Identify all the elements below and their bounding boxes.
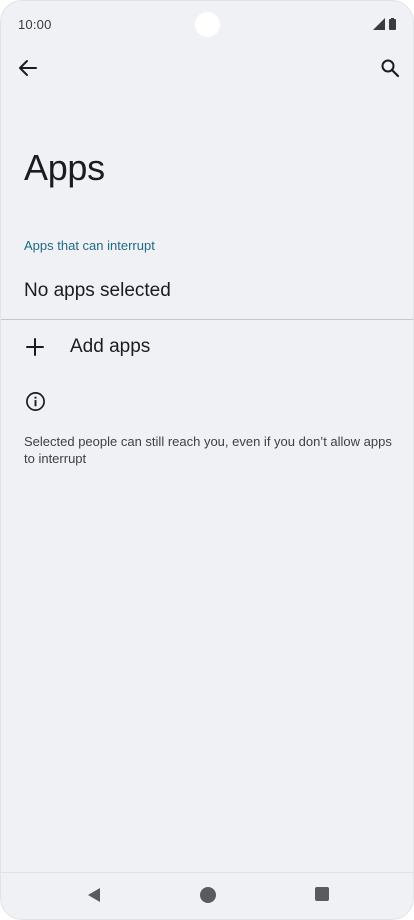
phone-screen: 10:00 Apps Apps that can interrupt No ap…: [0, 0, 414, 920]
page-title: Apps: [24, 147, 105, 188]
add-apps-button[interactable]: Add apps: [1, 321, 413, 375]
signal-icon: [373, 18, 385, 30]
nav-recents-icon[interactable]: [315, 887, 329, 901]
battery-icon: [389, 18, 396, 30]
divider: [1, 319, 413, 320]
footer-info-text: Selected people can still reach you, eve…: [24, 434, 392, 466]
section-header: Apps that can interrupt: [24, 238, 155, 253]
camera-cutout: [195, 12, 220, 37]
status-time: 10:00: [18, 17, 52, 32]
plus-icon: [26, 338, 44, 356]
nav-home-icon[interactable]: [200, 887, 216, 903]
selected-apps-summary: No apps selected: [24, 280, 171, 301]
search-button[interactable]: [373, 51, 407, 85]
navigation-bar: [1, 872, 413, 919]
search-icon: [381, 59, 400, 78]
add-apps-label: Add apps: [70, 336, 151, 357]
back-button[interactable]: [11, 51, 45, 85]
nav-back-icon[interactable]: [85, 886, 103, 904]
status-bar: 10:00: [1, 1, 413, 49]
status-icons: [373, 18, 396, 30]
arrow-back-icon: [19, 60, 37, 76]
info-icon: [26, 392, 45, 411]
